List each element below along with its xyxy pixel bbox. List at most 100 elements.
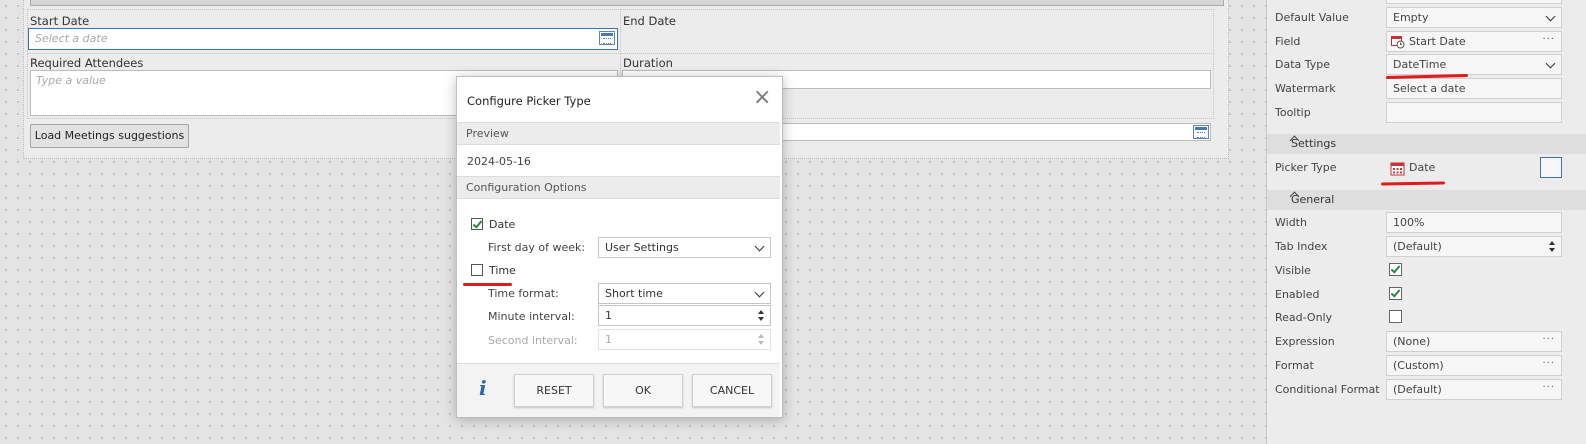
first-day-value: User Settings (605, 241, 679, 254)
prop-format: Format (Custom) ··· (1267, 354, 1586, 378)
general-section-header[interactable]: General (1267, 190, 1586, 210)
annotation-underline (463, 283, 512, 286)
prop-label: Enabled (1275, 288, 1320, 301)
config-options-label: Configuration Options (466, 181, 587, 194)
start-date-placeholder: Select a date (35, 32, 108, 45)
chevron-down-icon (1545, 58, 1556, 69)
prop-conditional-format: Conditional Format (Default) ··· (1267, 378, 1586, 402)
expression-field[interactable]: (None) ··· (1386, 331, 1562, 352)
ellipsis-icon[interactable]: ··· (1542, 34, 1555, 45)
preview-header-label: Preview (466, 127, 509, 140)
ellipsis-icon[interactable]: ··· (1542, 358, 1555, 369)
info-icon[interactable]: i (479, 376, 487, 400)
preview-value: 2024-05-16 (467, 155, 531, 168)
dialog-footer: i RESET OK CANCEL (457, 363, 780, 417)
prop-value: (Custom) (1393, 359, 1444, 372)
prop-expression: Expression (None) ··· (1267, 330, 1586, 354)
prop-tab-index: Tab Index (Default) (1267, 235, 1586, 259)
date-checkbox[interactable] (471, 218, 483, 230)
prop-picker-type: Picker Type Date (1267, 156, 1586, 180)
prop-value: Select a date (1393, 82, 1466, 95)
prop-width: Width 100% (1267, 211, 1586, 235)
ellipsis-icon[interactable]: ··· (1542, 382, 1555, 393)
prop-label: Watermark (1275, 82, 1336, 95)
prop-label: Tooltip (1275, 106, 1311, 119)
prop-value: (Default) (1393, 240, 1442, 253)
prop-read-only: Read-Only (1267, 306, 1586, 330)
spin-down-icon[interactable] (1549, 248, 1555, 252)
spin-up-icon[interactable] (1549, 241, 1555, 245)
end-date-cell (620, 9, 1214, 54)
read-only-checkbox[interactable] (1389, 310, 1402, 323)
data-type-select[interactable]: DateTime (1386, 54, 1562, 75)
config-options-header: Configuration Options (457, 176, 780, 199)
calendar-icon[interactable] (599, 31, 615, 45)
second-interval-label: Second interval: (488, 334, 578, 347)
prop-label: Field (1275, 35, 1301, 48)
prop-label: Width (1275, 216, 1307, 229)
time-checkbox[interactable] (471, 264, 483, 276)
tab-index-input[interactable]: (Default) (1386, 236, 1562, 257)
spin-down-icon[interactable] (758, 317, 764, 321)
prop-data-type: Data Type DateTime (1267, 53, 1586, 77)
prop-enabled: Enabled (1267, 283, 1586, 307)
ok-button[interactable]: OK (603, 374, 683, 407)
default-value-select[interactable]: Empty (1386, 7, 1562, 28)
prop-value: Date (1409, 161, 1436, 174)
enabled-checkbox[interactable] (1389, 287, 1402, 300)
prop-value: (None) (1393, 335, 1431, 348)
prop-value: Start Date (1409, 35, 1466, 48)
watermark-input[interactable]: Select a date (1386, 78, 1562, 99)
spin-up-icon[interactable] (758, 310, 764, 314)
second-interval-value: 1 (605, 333, 612, 346)
tooltip-input[interactable] (1386, 102, 1562, 123)
prop-label: Default Value (1275, 11, 1349, 24)
settings-section-header[interactable]: Settings (1267, 134, 1586, 154)
second-interval-input: 1 (598, 329, 771, 350)
prop-label: Tab Index (1275, 240, 1328, 253)
preview-header: Preview (457, 122, 780, 145)
prop-default-value: Default Value Empty (1267, 6, 1586, 30)
load-meetings-button[interactable]: Load Meetings suggestions (30, 124, 189, 148)
conditional-format-field[interactable]: (Default) ··· (1386, 379, 1562, 400)
reset-button[interactable]: RESET (514, 374, 594, 407)
visible-checkbox[interactable] (1389, 263, 1402, 276)
width-input[interactable]: 100% (1386, 212, 1562, 233)
minute-interval-label: Minute interval: (488, 310, 575, 323)
chevron-down-icon (1545, 11, 1556, 22)
picker-type-edit-button[interactable] (1540, 157, 1562, 178)
close-icon[interactable]: × (753, 87, 771, 109)
spin-up-icon (758, 334, 764, 338)
time-format-select[interactable]: Short time (598, 283, 771, 304)
prop-watermark: Watermark Select a date (1267, 77, 1586, 101)
configure-picker-dialog: Configure Picker Type × Preview 2024-05-… (456, 76, 783, 418)
end-date-label: End Date (623, 14, 676, 28)
prop-field: Field Start Date ··· (1267, 30, 1586, 54)
properties-panel: Default Value Empty Field Start Date ···… (1266, 0, 1586, 444)
prop-value: (Default) (1393, 383, 1442, 396)
minute-interval-value: 1 (605, 309, 612, 322)
calendar-icon[interactable] (1193, 125, 1209, 139)
prop-value: DateTime (1393, 58, 1447, 71)
prop-label: Data Type (1275, 58, 1331, 71)
picker-type-field[interactable]: Date (1386, 157, 1540, 178)
minute-interval-input[interactable]: 1 (598, 305, 771, 326)
cancel-button[interactable]: CANCEL (692, 374, 772, 407)
prop-label: Format (1275, 359, 1314, 372)
format-field[interactable]: (Custom) ··· (1386, 355, 1562, 376)
prop-label: Visible (1275, 264, 1311, 277)
required-attendees-label: Required Attendees (30, 56, 144, 70)
time-format-value: Short time (605, 287, 663, 300)
general-header-label: General (1291, 193, 1335, 206)
ellipsis-icon[interactable]: ··· (1542, 334, 1555, 345)
prop-visible: Visible (1267, 259, 1586, 283)
field-picker[interactable]: Start Date ··· (1386, 31, 1562, 52)
dialog-title: Configure Picker Type (467, 94, 591, 108)
prop-value: 100% (1393, 216, 1425, 229)
first-day-label: First day of week: (488, 241, 586, 254)
date-checkbox-label: Date (489, 218, 516, 231)
prop-label: Read-Only (1275, 311, 1333, 324)
start-date-input[interactable]: Select a date (28, 28, 618, 50)
prop-tooltip: Tooltip (1267, 101, 1586, 125)
first-day-select[interactable]: User Settings (598, 237, 771, 258)
